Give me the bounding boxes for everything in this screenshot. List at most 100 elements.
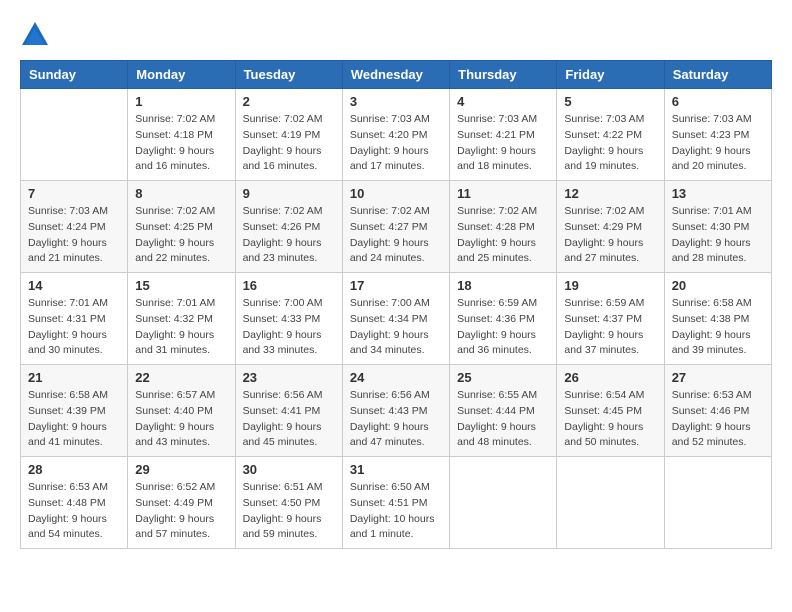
- day-number: 17: [350, 278, 442, 293]
- calendar: SundayMondayTuesdayWednesdayThursdayFrid…: [20, 60, 772, 549]
- calendar-cell: 15 Sunrise: 7:01 AM Sunset: 4:32 PM Dayli…: [128, 273, 235, 365]
- day-info: Sunrise: 7:02 AM Sunset: 4:25 PM Dayligh…: [135, 204, 227, 267]
- day-info: Sunrise: 7:01 AM Sunset: 4:31 PM Dayligh…: [28, 296, 120, 359]
- calendar-cell: 23Sunrise: 6:56 AM Sunset: 4:41 PM Dayli…: [235, 365, 342, 457]
- calendar-cell: 8 Sunrise: 7:02 AM Sunset: 4:25 PM Daylig…: [128, 181, 235, 273]
- day-info: Sunrise: 7:03 AM Sunset: 4:24 PM Dayligh…: [28, 204, 120, 267]
- calendar-cell: 1Sunrise: 7:02 AM Sunset: 4:18 PM Daylig…: [128, 89, 235, 181]
- day-info: Sunrise: 6:54 AM Sunset: 4:45 PM Dayligh…: [564, 388, 656, 451]
- day-info: Sunrise: 7:00 AM Sunset: 4:34 PM Dayligh…: [350, 296, 442, 359]
- day-info: Sunrise: 6:57 AM Sunset: 4:40 PM Dayligh…: [135, 388, 227, 451]
- calendar-cell: 3 Sunrise: 7:03 AM Sunset: 4:20 PM Daylig…: [342, 89, 449, 181]
- calendar-cell: 13Sunrise: 7:01 AM Sunset: 4:30 PM Dayli…: [664, 181, 771, 273]
- day-info: Sunrise: 7:02 AM Sunset: 4:18 PM Dayligh…: [135, 112, 227, 175]
- calendar-cell: 27 Sunrise: 6:53 AM Sunset: 4:46 PM Dayli…: [664, 365, 771, 457]
- calendar-cell: [21, 89, 128, 181]
- day-number: 7: [28, 186, 120, 201]
- day-number: 5: [564, 94, 656, 109]
- calendar-week-row: 1Sunrise: 7:02 AM Sunset: 4:18 PM Daylig…: [21, 89, 772, 181]
- day-number: 31: [350, 462, 442, 477]
- calendar-cell: 4 Sunrise: 7:03 AM Sunset: 4:21 PM Daylig…: [450, 89, 557, 181]
- day-number: 21: [28, 370, 120, 385]
- day-of-week-header: Monday: [128, 61, 235, 89]
- day-of-week-header: Sunday: [21, 61, 128, 89]
- day-number: 18: [457, 278, 549, 293]
- day-number: 3: [350, 94, 442, 109]
- calendar-cell: 30 Sunrise: 6:51 AM Sunset: 4:50 PM Dayli…: [235, 457, 342, 549]
- day-info: Sunrise: 6:55 AM Sunset: 4:44 PM Dayligh…: [457, 388, 549, 451]
- calendar-cell: 28Sunrise: 6:53 AM Sunset: 4:48 PM Dayli…: [21, 457, 128, 549]
- calendar-cell: 5 Sunrise: 7:03 AM Sunset: 4:22 PM Daylig…: [557, 89, 664, 181]
- calendar-cell: 21 Sunrise: 6:58 AM Sunset: 4:39 PM Dayli…: [21, 365, 128, 457]
- calendar-cell: 12 Sunrise: 7:02 AM Sunset: 4:29 PM Dayli…: [557, 181, 664, 273]
- header: [20, 20, 772, 50]
- day-number: 29: [135, 462, 227, 477]
- day-of-week-header: Saturday: [664, 61, 771, 89]
- calendar-cell: 25 Sunrise: 6:55 AM Sunset: 4:44 PM Dayli…: [450, 365, 557, 457]
- calendar-cell: 2Sunrise: 7:02 AM Sunset: 4:19 PM Daylig…: [235, 89, 342, 181]
- day-info: Sunrise: 6:59 AM Sunset: 4:36 PM Dayligh…: [457, 296, 549, 359]
- day-info: Sunrise: 6:56 AM Sunset: 4:43 PM Dayligh…: [350, 388, 442, 451]
- day-info: Sunrise: 7:03 AM Sunset: 4:20 PM Dayligh…: [350, 112, 442, 175]
- day-number: 12: [564, 186, 656, 201]
- calendar-cell: 11Sunrise: 7:02 AM Sunset: 4:28 PM Dayli…: [450, 181, 557, 273]
- logo-icon: [20, 20, 50, 50]
- day-info: Sunrise: 7:02 AM Sunset: 4:26 PM Dayligh…: [243, 204, 335, 267]
- calendar-cell: 18 Sunrise: 6:59 AM Sunset: 4:36 PM Dayli…: [450, 273, 557, 365]
- day-info: Sunrise: 7:02 AM Sunset: 4:29 PM Dayligh…: [564, 204, 656, 267]
- day-number: 8: [135, 186, 227, 201]
- calendar-cell: 10 Sunrise: 7:02 AM Sunset: 4:27 PM Dayli…: [342, 181, 449, 273]
- day-info: Sunrise: 7:02 AM Sunset: 4:28 PM Dayligh…: [457, 204, 549, 267]
- day-number: 27: [672, 370, 764, 385]
- day-number: 2: [243, 94, 335, 109]
- day-info: Sunrise: 7:02 AM Sunset: 4:27 PM Dayligh…: [350, 204, 442, 267]
- day-number: 13: [672, 186, 764, 201]
- day-number: 30: [243, 462, 335, 477]
- day-number: 14: [28, 278, 120, 293]
- calendar-cell: 14 Sunrise: 7:01 AM Sunset: 4:31 PM Dayli…: [21, 273, 128, 365]
- day-info: Sunrise: 6:53 AM Sunset: 4:46 PM Dayligh…: [672, 388, 764, 451]
- logo: [20, 20, 54, 50]
- day-info: Sunrise: 6:51 AM Sunset: 4:50 PM Dayligh…: [243, 480, 335, 543]
- day-number: 24: [350, 370, 442, 385]
- day-info: Sunrise: 7:01 AM Sunset: 4:32 PM Dayligh…: [135, 296, 227, 359]
- calendar-cell: 20 Sunrise: 6:58 AM Sunset: 4:38 PM Dayli…: [664, 273, 771, 365]
- calendar-cell: 19 Sunrise: 6:59 AM Sunset: 4:37 PM Dayli…: [557, 273, 664, 365]
- calendar-cell: 22 Sunrise: 6:57 AM Sunset: 4:40 PM Dayli…: [128, 365, 235, 457]
- calendar-cell: 7 Sunrise: 7:03 AM Sunset: 4:24 PM Daylig…: [21, 181, 128, 273]
- calendar-cell: 31 Sunrise: 6:50 AM Sunset: 4:51 PM Dayli…: [342, 457, 449, 549]
- calendar-week-row: 7 Sunrise: 7:03 AM Sunset: 4:24 PM Daylig…: [21, 181, 772, 273]
- day-number: 20: [672, 278, 764, 293]
- day-info: Sunrise: 6:53 AM Sunset: 4:48 PM Dayligh…: [28, 480, 120, 543]
- day-number: 19: [564, 278, 656, 293]
- day-number: 10: [350, 186, 442, 201]
- day-of-week-header: Thursday: [450, 61, 557, 89]
- calendar-cell: 6 Sunrise: 7:03 AM Sunset: 4:23 PM Daylig…: [664, 89, 771, 181]
- day-info: Sunrise: 6:58 AM Sunset: 4:38 PM Dayligh…: [672, 296, 764, 359]
- day-of-week-header: Wednesday: [342, 61, 449, 89]
- day-number: 4: [457, 94, 549, 109]
- day-info: Sunrise: 6:52 AM Sunset: 4:49 PM Dayligh…: [135, 480, 227, 543]
- day-info: Sunrise: 6:59 AM Sunset: 4:37 PM Dayligh…: [564, 296, 656, 359]
- day-info: Sunrise: 7:00 AM Sunset: 4:33 PM Dayligh…: [243, 296, 335, 359]
- day-number: 26: [564, 370, 656, 385]
- day-info: Sunrise: 6:50 AM Sunset: 4:51 PM Dayligh…: [350, 480, 442, 543]
- day-info: Sunrise: 6:58 AM Sunset: 4:39 PM Dayligh…: [28, 388, 120, 451]
- calendar-cell: 16Sunrise: 7:00 AM Sunset: 4:33 PM Dayli…: [235, 273, 342, 365]
- day-info: Sunrise: 7:03 AM Sunset: 4:23 PM Dayligh…: [672, 112, 764, 175]
- day-number: 15: [135, 278, 227, 293]
- day-number: 9: [243, 186, 335, 201]
- calendar-week-row: 21 Sunrise: 6:58 AM Sunset: 4:39 PM Dayli…: [21, 365, 772, 457]
- day-info: Sunrise: 6:56 AM Sunset: 4:41 PM Dayligh…: [243, 388, 335, 451]
- day-info: Sunrise: 7:03 AM Sunset: 4:22 PM Dayligh…: [564, 112, 656, 175]
- day-number: 25: [457, 370, 549, 385]
- calendar-cell: 26 Sunrise: 6:54 AM Sunset: 4:45 PM Dayli…: [557, 365, 664, 457]
- calendar-cell: 9 Sunrise: 7:02 AM Sunset: 4:26 PM Daylig…: [235, 181, 342, 273]
- day-info: Sunrise: 7:03 AM Sunset: 4:21 PM Dayligh…: [457, 112, 549, 175]
- calendar-cell: 24 Sunrise: 6:56 AM Sunset: 4:43 PM Dayli…: [342, 365, 449, 457]
- day-number: 6: [672, 94, 764, 109]
- day-number: 22: [135, 370, 227, 385]
- calendar-cell: 17 Sunrise: 7:00 AM Sunset: 4:34 PM Dayli…: [342, 273, 449, 365]
- calendar-cell: [450, 457, 557, 549]
- calendar-week-row: 14 Sunrise: 7:01 AM Sunset: 4:31 PM Dayli…: [21, 273, 772, 365]
